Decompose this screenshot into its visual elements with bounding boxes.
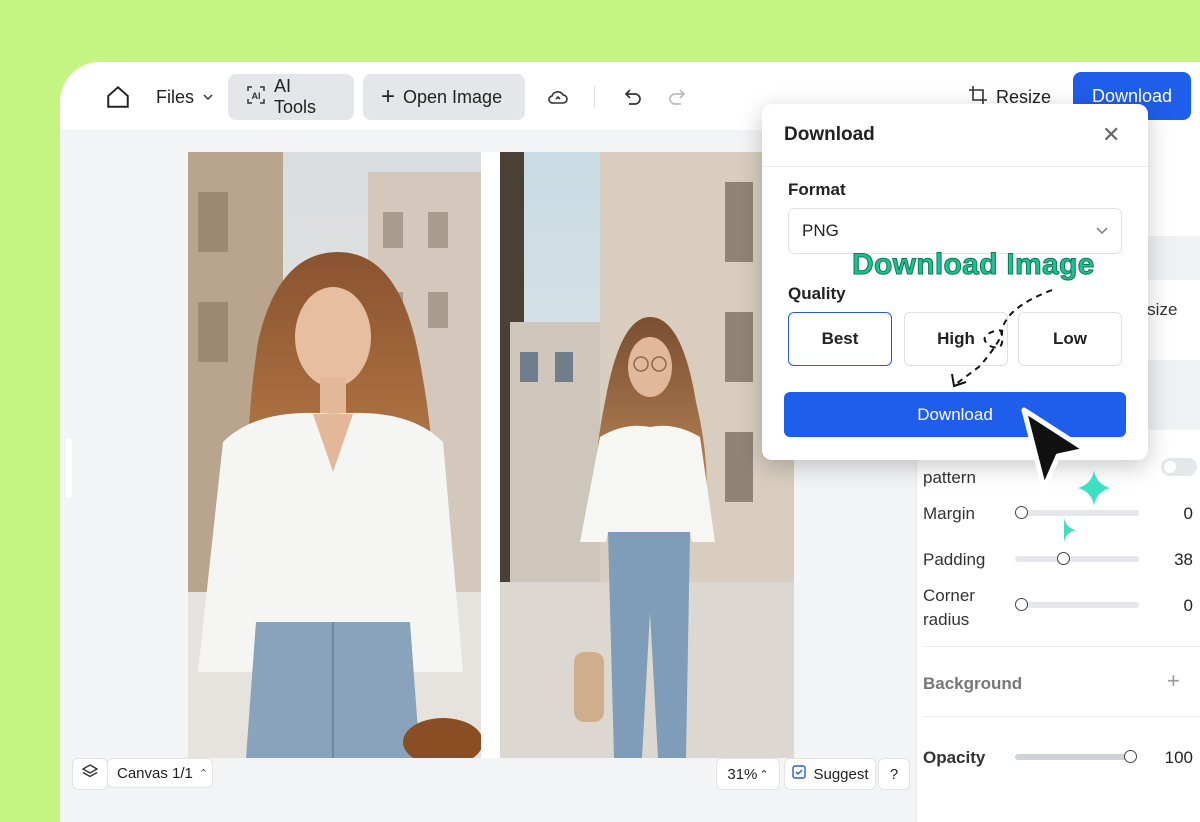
quality-label: Quality <box>788 284 846 303</box>
ai-tools-label: AI Tools <box>274 76 317 117</box>
dialog-title: Download <box>784 124 875 145</box>
help-label: ? <box>889 765 899 783</box>
zoom-selector[interactable]: 31% ⌃ <box>716 758 780 790</box>
svg-text:AI: AI <box>252 91 261 101</box>
photo-left[interactable] <box>188 152 481 758</box>
corner-radius-label-2: radius <box>923 610 970 629</box>
seamless-toggle[interactable] <box>1161 458 1197 476</box>
background-label: Background <box>923 674 1023 693</box>
toolbar-divider <box>594 86 595 108</box>
quality-best-label: Best <box>821 329 859 348</box>
files-label: Files <box>156 86 195 107</box>
seamless-pattern-label: pattern <box>923 468 976 487</box>
open-image-label: Open Image <box>403 86 503 107</box>
corner-radius-value: 0 <box>1183 596 1193 615</box>
left-panel-handle[interactable] <box>66 438 72 498</box>
canvas[interactable] <box>188 152 794 758</box>
home-icon[interactable] <box>102 74 134 120</box>
layers-icon <box>81 763 99 785</box>
panel-divider-2 <box>923 716 1200 717</box>
photo-right[interactable] <box>500 152 794 758</box>
open-image-button[interactable]: + Open Image <box>363 74 525 120</box>
chevron-down-icon <box>1095 223 1109 242</box>
chevron-up-down-icon: ⌃ <box>198 767 209 780</box>
corner-radius-slider-knob[interactable] <box>1015 598 1028 611</box>
layers-button[interactable] <box>72 758 108 790</box>
chevron-up-icon: ⌃ <box>759 768 769 781</box>
annotation-text: Download Image <box>852 248 1095 282</box>
undo-icon[interactable] <box>620 74 644 120</box>
canvas-selector[interactable]: Canvas 1/1 ⌃ <box>107 758 213 788</box>
padding-value: 38 <box>1174 550 1193 569</box>
corner-radius-label-1: Corner <box>923 586 975 605</box>
files-menu[interactable]: Files <box>156 74 214 120</box>
format-value: PNG <box>802 221 839 240</box>
opacity-slider[interactable] <box>1015 754 1133 760</box>
suggest-button[interactable]: Suggest <box>784 758 876 790</box>
margin-value: 0 <box>1183 504 1193 523</box>
corner-radius-slider[interactable] <box>1015 602 1139 608</box>
format-label: Format <box>788 180 846 199</box>
panel-divider <box>923 646 1200 647</box>
chevron-down-icon <box>202 87 214 108</box>
plus-icon: + <box>381 83 396 110</box>
suggest-label: Suggest <box>813 765 869 783</box>
dashed-arrow-icon <box>951 289 1053 388</box>
sparkle-icon <box>1064 470 1110 542</box>
canvas-label: Canvas 1/1 <box>117 764 193 782</box>
help-button[interactable]: ? <box>878 758 910 790</box>
margin-slider-knob[interactable] <box>1015 506 1028 519</box>
cloud-sync-icon[interactable] <box>544 74 572 120</box>
suggest-icon <box>791 764 807 784</box>
ai-icon: AI <box>246 85 266 110</box>
redo-icon[interactable] <box>666 74 690 120</box>
opacity-value: 100 <box>1164 748 1193 767</box>
padding-label: Padding <box>923 550 986 569</box>
dialog-download-label: Download <box>917 404 993 424</box>
zoom-label: 31% <box>727 765 758 783</box>
ai-tools-button[interactable]: AI AI Tools <box>228 74 354 120</box>
quality-best-button[interactable]: Best <box>788 312 892 366</box>
add-background-icon[interactable]: + <box>1167 668 1180 694</box>
opacity-slider-knob[interactable] <box>1124 750 1137 763</box>
margin-label: Margin <box>923 504 975 523</box>
close-icon[interactable]: ✕ <box>1102 122 1120 148</box>
dialog-divider <box>762 166 1148 167</box>
opacity-label: Opacity <box>923 748 986 767</box>
